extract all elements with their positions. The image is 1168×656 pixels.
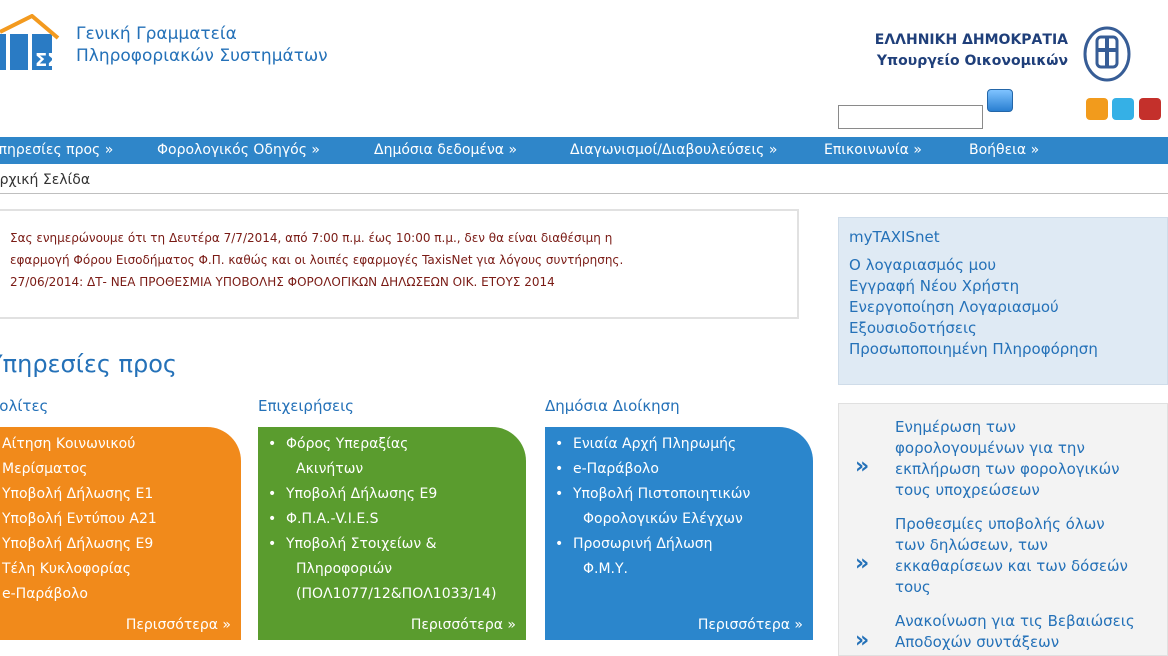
- nav-item-contact[interactable]: Επικοινωνία »: [824, 142, 922, 158]
- ministry-title: Υπουργείο Οικονομικών: [876, 53, 1068, 69]
- citizens-services-card: Αίτηση Κοινωνικού Μερίσματος Υποβολή Δήλ…: [0, 427, 241, 640]
- mytaxisnet-panel: myTAXISnet Ο λογαριασμός μου Εγγραφή Νέο…: [838, 217, 1168, 385]
- youtube-icon[interactable]: [1139, 98, 1161, 120]
- news-line[interactable]: τους: [895, 577, 1167, 598]
- service-link[interactable]: e-Παράβολο: [0, 582, 241, 607]
- service-link[interactable]: Φόρος Υπεραξίας: [268, 432, 526, 457]
- service-link[interactable]: Υποβολή Πιστοποιητικών: [555, 482, 813, 507]
- news-line[interactable]: Αποδοχών συντάξεων: [895, 632, 1167, 653]
- news-line[interactable]: εκκαθαρίσεων και των δόσεών: [895, 556, 1167, 577]
- service-link[interactable]: Υποβολή Δήλωσης Ε9: [0, 532, 241, 557]
- service-link[interactable]: Υποβολή Δήλωσης Ε1: [0, 482, 241, 507]
- notice-line-3[interactable]: 27/06/2014: ΔΤ- ΝΕΑ ΠΡΟΘΕΣΜΙΑ ΥΠΟΒΟΛΗΣ Φ…: [10, 271, 797, 293]
- mytaxisnet-link[interactable]: Ο λογαριασμός μου: [849, 255, 1167, 276]
- nav-item-help[interactable]: Βοήθεια »: [969, 142, 1039, 158]
- service-link[interactable]: Ακινήτων: [268, 457, 526, 482]
- nav-item-tenders[interactable]: Διαγωνισμοί/Διαβουλεύσεις »: [570, 142, 777, 158]
- search-input[interactable]: [838, 105, 983, 129]
- news-line[interactable]: τους υποχρεώσεων: [895, 480, 1167, 501]
- twitter-icon[interactable]: [1112, 98, 1134, 120]
- news-line[interactable]: εκπλήρωση των φορολογικών: [895, 459, 1167, 480]
- news-arrow-icon: »: [855, 551, 870, 576]
- news-arrow-icon: »: [855, 628, 870, 653]
- businesses-services-card: Φόρος Υπεραξίας Ακινήτων Υποβολή Δήλωσης…: [258, 427, 526, 640]
- nav-item-services[interactable]: Υπηρεσίες προς »: [0, 142, 113, 158]
- breadcrumb[interactable]: Αρχική Σελίδα: [0, 172, 90, 188]
- mytaxisnet-title[interactable]: myTAXISnet: [849, 228, 1167, 246]
- country-name: ΕΛΛΗΝΙΚΗ ΔΗΜΟΚΡΑΤΙΑ: [874, 32, 1068, 48]
- search-icon[interactable]: [987, 89, 1013, 112]
- news-text[interactable]: Ενημέρωση των φορολογουμένων για την εκπ…: [895, 417, 1167, 501]
- mytaxisnet-link[interactable]: Εξουσιοδοτήσεις: [849, 318, 1167, 339]
- greek-crest-icon: [1083, 26, 1131, 82]
- service-link[interactable]: (ΠΟΛ1077/12&ΠΟΛ1033/14): [268, 582, 526, 607]
- nav-item-tax-guide[interactable]: Φορολογικός Οδηγός »: [157, 142, 320, 158]
- service-link[interactable]: Φορολογικών Ελέγχων: [555, 507, 813, 532]
- news-line[interactable]: Ενημέρωση των: [895, 417, 1167, 438]
- news-text[interactable]: Προθεσμίες υποβολής όλων των δηλώσεων, τ…: [895, 514, 1167, 598]
- businesses-column-title: Επιχειρήσεις: [258, 397, 354, 415]
- service-link[interactable]: Υποβολή Στοιχείων &: [268, 532, 526, 557]
- service-link[interactable]: e-Παράβολο: [555, 457, 813, 482]
- service-link[interactable]: Πληροφοριών: [268, 557, 526, 582]
- public-administration-services-card: Ενιαία Αρχή Πληρωμής e-Παράβολο Υποβολή …: [545, 427, 813, 640]
- service-link[interactable]: Ενιαία Αρχή Πληρωμής: [555, 432, 813, 457]
- nav-item-public-data[interactable]: Δημόσια δεδομένα »: [374, 142, 517, 158]
- news-line[interactable]: Προθεσμίες υποβολής όλων: [895, 514, 1167, 535]
- service-link[interactable]: Προσωρινή Δήλωση: [555, 532, 813, 557]
- service-link[interactable]: Φ.Π.Α.-V.I.E.S: [268, 507, 526, 532]
- mytaxisnet-link[interactable]: Προσωποποιημένη Πληροφόρηση: [849, 339, 1167, 360]
- main-navigation: Υπηρεσίες προς » Φορολογικός Οδηγός » Δη…: [0, 137, 1168, 164]
- site-header: ΣΣ Γενική Γραμματεία Πληροφοριακών Συστη…: [0, 0, 1168, 136]
- more-link[interactable]: Περισσότερα »: [698, 617, 803, 633]
- organization-name: Γενική Γραμματεία Πληροφοριακών Συστημάτ…: [76, 23, 328, 67]
- more-link[interactable]: Περισσότερα »: [411, 617, 516, 633]
- public-administration-column-title: Δημόσια Διοίκηση: [545, 397, 680, 415]
- news-line[interactable]: των δηλώσεων, των: [895, 535, 1167, 556]
- news-panel: » Ενημέρωση των φορολογουμένων για την ε…: [838, 403, 1168, 656]
- news-text[interactable]: Ανακοίνωση για τις Βεβαιώσεις Αποδοχών σ…: [895, 611, 1167, 653]
- svg-text:ΣΣ: ΣΣ: [35, 50, 60, 71]
- organization-line-1: Γενική Γραμματεία: [76, 24, 237, 44]
- service-link[interactable]: Τέλη Κυκλοφορίας: [0, 557, 241, 582]
- gsis-logo-icon[interactable]: ΣΣ: [0, 14, 68, 72]
- service-link[interactable]: Μερίσματος: [0, 457, 241, 482]
- service-link[interactable]: Υποβολή Δήλωσης Ε9: [268, 482, 526, 507]
- services-title: Υπηρεσίες προς: [0, 350, 177, 378]
- citizens-column-title: Πολίτες: [0, 397, 49, 415]
- service-link[interactable]: Φ.Μ.Υ.: [555, 557, 813, 582]
- organization-line-2: Πληροφοριακών Συστημάτων: [76, 46, 328, 66]
- more-link[interactable]: Περισσότερα »: [126, 617, 231, 633]
- mytaxisnet-link[interactable]: Ενεργοποίηση Λογαριασμού: [849, 297, 1167, 318]
- maintenance-notice: Σας ενημερώνουμε ότι τη Δευτέρα 7/7/2014…: [0, 209, 799, 319]
- mytaxisnet-link[interactable]: Εγγραφή Νέου Χρήστη: [849, 276, 1167, 297]
- news-line[interactable]: Ανακοίνωση για τις Βεβαιώσεις: [895, 611, 1167, 632]
- service-link[interactable]: Αίτηση Κοινωνικού: [0, 432, 241, 457]
- service-link[interactable]: Υποβολή Εντύπου Α21: [0, 507, 241, 532]
- ministry-name: ΕΛΛΗΝΙΚΗ ΔΗΜΟΚΡΑΤΙΑ Υπουργείο Οικονομικώ…: [875, 30, 1068, 72]
- notice-line-2[interactable]: εφαρμογή Φόρου Εισοδήματος Φ.Π. καθώς κα…: [10, 249, 797, 271]
- news-line[interactable]: φορολογουμένων για την: [895, 438, 1167, 459]
- notice-line-1[interactable]: Σας ενημερώνουμε ότι τη Δευτέρα 7/7/2014…: [10, 227, 797, 249]
- header-divider: [0, 193, 1168, 194]
- news-arrow-icon: »: [855, 454, 870, 479]
- rss-icon[interactable]: [1086, 98, 1108, 120]
